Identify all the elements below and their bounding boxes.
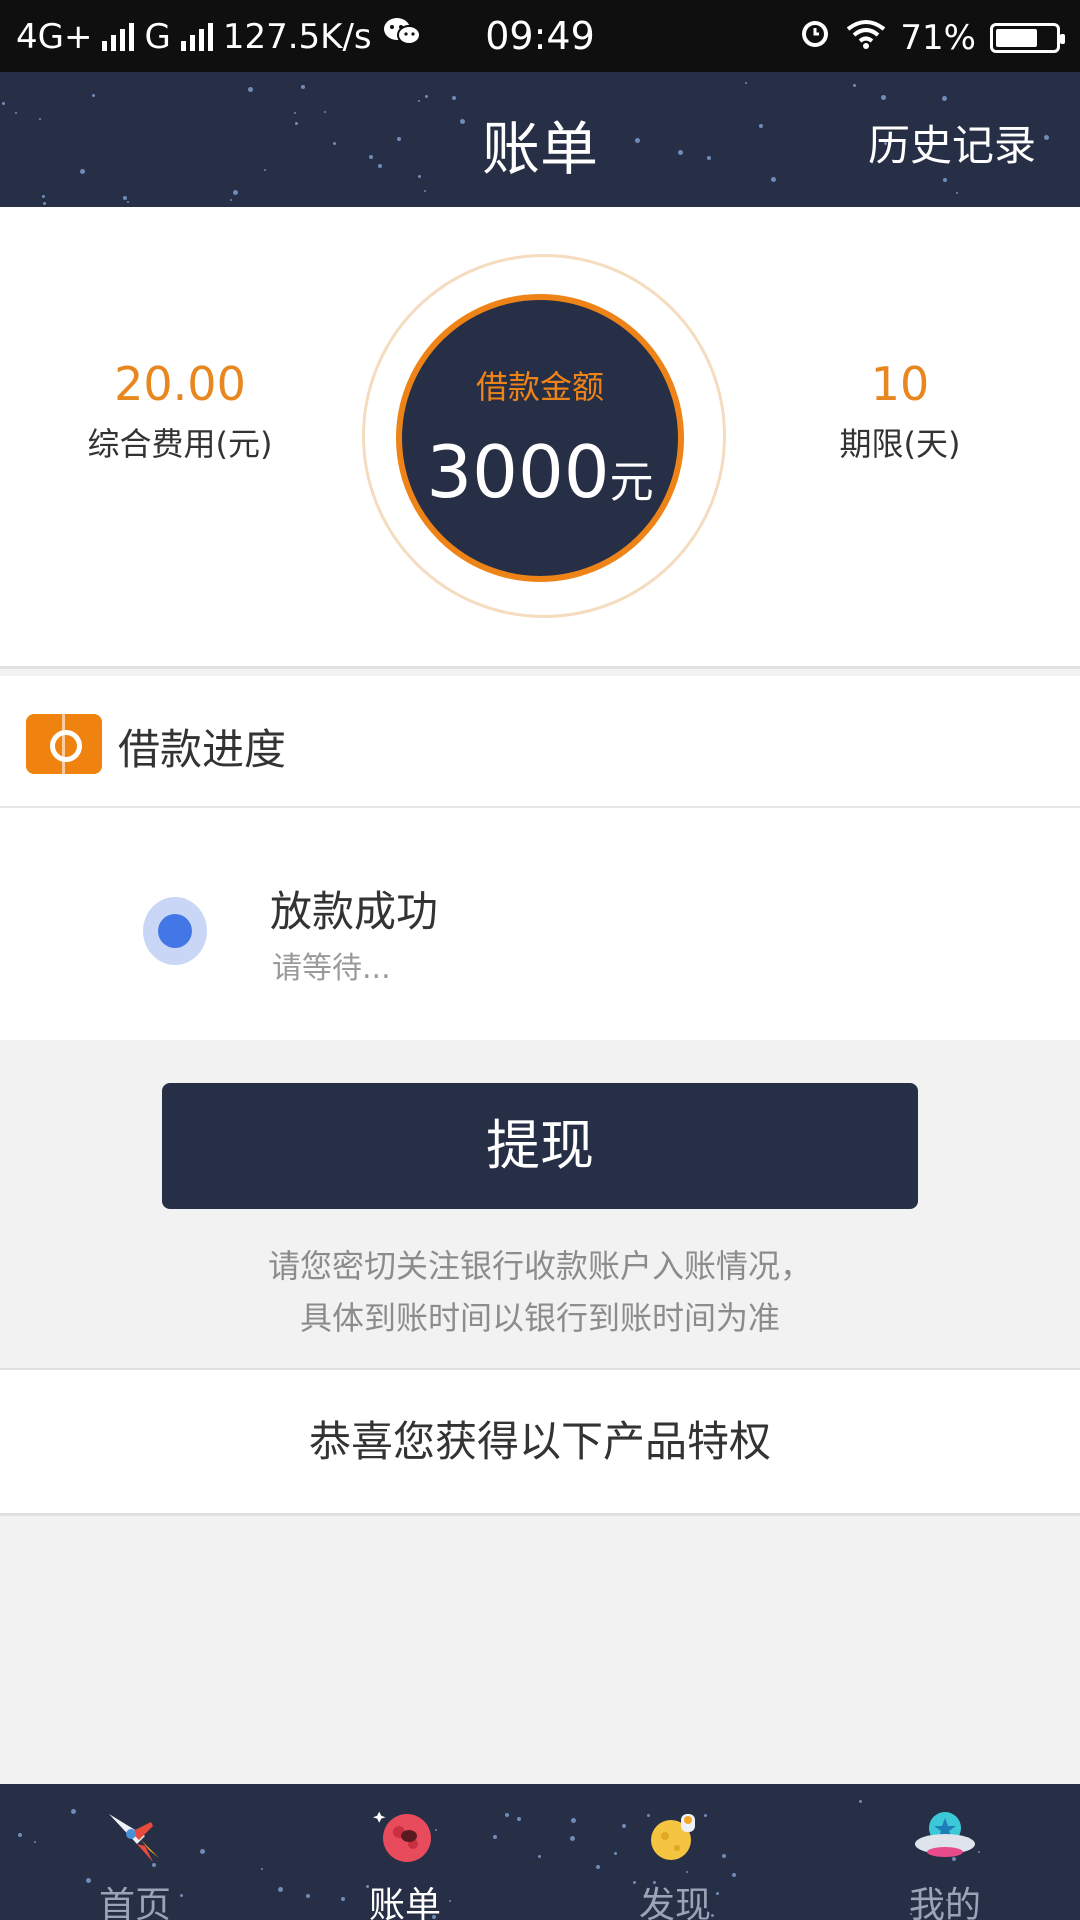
star xyxy=(42,195,45,198)
tab-bill[interactable]: 账单 xyxy=(270,1784,540,1920)
tab-mine-label: 我的 xyxy=(908,1885,981,1920)
rocket-icon xyxy=(109,1814,159,1862)
star xyxy=(425,95,428,98)
loan-amount-unit: 元 xyxy=(609,457,654,508)
notice-line-1: 请您密切关注银行收款账户入账情况， xyxy=(267,1247,812,1285)
loan-amount-label: 借款金额 xyxy=(475,368,604,406)
star xyxy=(942,96,947,101)
ufo-icon xyxy=(915,1812,975,1857)
tab-home[interactable]: 首页 xyxy=(0,1784,270,1920)
wifi-icon xyxy=(846,18,886,58)
amount-circle: 借款金额 3000元 xyxy=(396,294,684,582)
battery-icon xyxy=(990,22,1065,53)
tab-home-label: 首页 xyxy=(98,1885,171,1920)
star xyxy=(127,201,129,203)
privilege-banner: 恭喜您获得以下产品特权 xyxy=(0,1368,1080,1516)
star xyxy=(92,94,95,97)
progress-title: 借款进度 xyxy=(118,725,287,774)
planet-icon xyxy=(372,1811,431,1862)
loan-amount: 3000元 xyxy=(402,430,678,514)
battery-percent: 71% xyxy=(900,17,976,58)
star xyxy=(233,190,238,195)
loan-amount-value: 3000 xyxy=(426,430,610,514)
star xyxy=(248,87,253,92)
notice-line-2: 具体到账时间以银行到账时间为准 xyxy=(299,1299,780,1337)
tab-discover-label: 发现 xyxy=(638,1885,711,1920)
star xyxy=(853,84,856,87)
battery-fill xyxy=(996,28,1037,47)
progress-icon xyxy=(26,714,102,774)
header: 账单 历史记录 xyxy=(0,72,1080,207)
moon-icon xyxy=(651,1814,695,1860)
star xyxy=(745,82,747,84)
fee-label: 综合费用(元) xyxy=(87,425,273,463)
history-link[interactable]: 历史记录 xyxy=(868,112,1036,173)
term-stat: 10 期限(天) xyxy=(750,357,1050,465)
star xyxy=(881,95,886,100)
star xyxy=(123,196,127,200)
term-label: 期限(天) xyxy=(839,425,961,463)
bottom-tab-bar: 首页 账单 发现 我的 xyxy=(0,1784,1080,1920)
star xyxy=(301,85,305,89)
star xyxy=(452,96,456,100)
tab-mine[interactable]: 我的 xyxy=(810,1784,1080,1920)
loan-summary: 20.00 综合费用(元) 借款金额 3000元 10 期限(天) xyxy=(0,207,1080,669)
progress-substatus: 请等待... xyxy=(272,951,391,986)
status-dot-icon xyxy=(158,914,192,948)
progress-step: 放款成功 请等待... xyxy=(0,808,1080,1040)
bank-notice: 请您密切关注银行收款账户入账情况， 具体到账时间以银行到账时间为准 xyxy=(0,1240,1080,1344)
star xyxy=(956,192,958,194)
star xyxy=(230,199,232,201)
fee-stat: 20.00 综合费用(元) xyxy=(30,357,330,465)
alarm-icon xyxy=(798,16,832,59)
withdraw-button[interactable]: 提现 xyxy=(162,1083,918,1209)
tab-bill-label: 账单 xyxy=(368,1885,441,1920)
star xyxy=(43,202,46,205)
loan-progress-header: 借款进度 xyxy=(0,676,1080,808)
fee-value: 20.00 xyxy=(114,357,246,411)
status-right: 71% xyxy=(798,16,1065,59)
tab-discover[interactable]: 发现 xyxy=(540,1784,810,1920)
progress-status: 放款成功 xyxy=(270,887,439,936)
term-value: 10 xyxy=(870,357,930,411)
status-bar: 4G+ G 127.5K/s 09:49 71% xyxy=(0,0,1080,72)
star xyxy=(424,190,426,192)
